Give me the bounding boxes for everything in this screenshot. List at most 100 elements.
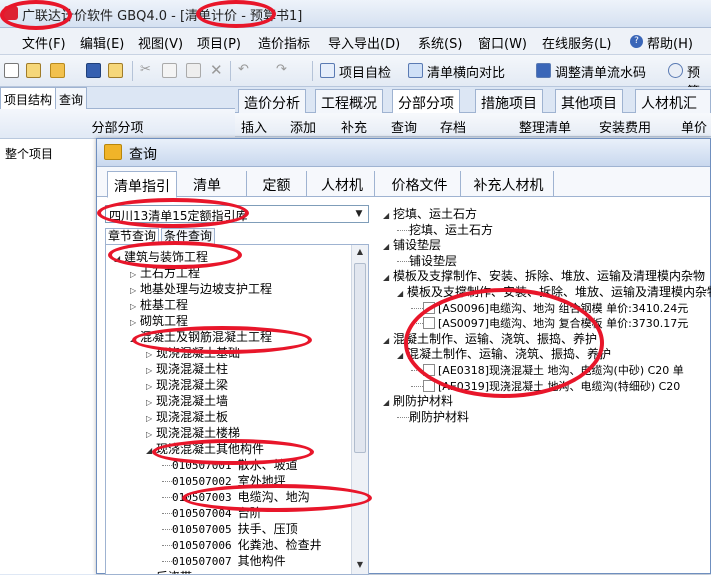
menu-view[interactable]: 视图(V) [138, 33, 183, 52]
chevron-down-icon[interactable]: ▼ [352, 206, 366, 222]
menu-project[interactable]: 项目(P) [197, 33, 241, 52]
install-fee-button[interactable]: 安装费用 [599, 117, 651, 136]
menu-system[interactable]: 系统(S) [418, 33, 462, 52]
expanded-icon[interactable]: ◢ [397, 287, 407, 301]
tree-item[interactable]: ◢ 建筑与装饰工程 [114, 250, 208, 266]
tree-item[interactable]: ▷ 现浇混凝土楼梯 [146, 426, 240, 442]
tree-item[interactable]: ▷ 现浇混凝土梁 [146, 378, 228, 394]
tree-item[interactable]: 010507001 散水、坡道 [162, 458, 298, 473]
tree-item[interactable]: ▷ 土石方工程 [130, 266, 200, 282]
guide-quota-item[interactable]: [AS0097]电缆沟、地沟 复合模板 单价:3730.17元 [411, 316, 688, 331]
collapsed-icon[interactable]: ▷ [146, 412, 156, 426]
collapsed-icon[interactable]: ▷ [146, 364, 156, 378]
tree-item[interactable]: ▷ 现浇混凝土柱 [146, 362, 228, 378]
tab-project-overview[interactable]: 工程概况 [315, 89, 383, 113]
guide-work-item[interactable]: ◢ 混凝土制作、运输、浇筑、振捣、养护 [383, 332, 597, 348]
library-select[interactable]: 四川13清单15定额指引库 ▼ [105, 205, 369, 223]
guide-work-item[interactable]: 挖填、运土石方 [397, 223, 493, 237]
tree-item[interactable]: ◢ 现浇混凝土其他构件 [146, 442, 264, 458]
help-icon[interactable]: ? [630, 33, 643, 48]
tab-query[interactable]: 查询 [55, 87, 88, 109]
expanded-icon[interactable]: ◢ [114, 252, 124, 266]
tree-item[interactable]: 010507007 其他构件 [162, 554, 286, 569]
dialog-title-bar[interactable]: 查询 [97, 139, 710, 167]
organize-list-button[interactable]: 整理清单 [519, 117, 571, 136]
tree-scrollbar[interactable]: ▲ ▼ [351, 245, 368, 574]
expanded-icon[interactable]: ◢ [383, 396, 393, 410]
project-check-button[interactable]: 项目自检 [320, 62, 391, 81]
menu-help[interactable]: 帮助(H) [647, 33, 693, 52]
unit-price-button[interactable]: 单价 [681, 117, 707, 136]
horizontal-compare-button[interactable]: 清单横向对比 [408, 62, 505, 81]
new-file-icon[interactable] [4, 63, 19, 78]
checkbox[interactable] [423, 364, 435, 376]
collapsed-icon[interactable]: ▷ [130, 268, 140, 282]
collapsed-icon[interactable]: ▷ [130, 316, 140, 330]
tab-sections[interactable]: 分部分项 [392, 89, 460, 114]
supplement-button[interactable]: 补充 [341, 117, 367, 136]
guide-work-item[interactable]: ◢ 铺设垫层 [383, 238, 441, 254]
expanded-icon[interactable]: ◢ [383, 209, 393, 223]
tab-cost-analysis[interactable]: 造价分析 [238, 89, 306, 113]
archive-button[interactable]: 存档 [440, 117, 466, 136]
tab-quota[interactable]: 定额 [247, 171, 307, 197]
tree-item[interactable]: ▷ 桩基工程 [130, 298, 188, 314]
tree-item[interactable]: ▷ 现浇混凝土板 [146, 410, 228, 426]
tree-item[interactable]: 010507002 室外地坪 [162, 474, 286, 489]
menu-online[interactable]: 在线服务(L) [542, 33, 611, 52]
adjust-sequence-button[interactable]: 调整清单流水码 [536, 62, 646, 81]
tab-labor-material-summary[interactable]: 人材机汇总 [635, 89, 711, 132]
guide-quota-item[interactable]: [AE0319]现浇混凝土 地沟、电缆沟(特细砂) C20 [411, 379, 680, 394]
scroll-thumb[interactable] [354, 263, 366, 453]
expanded-icon[interactable]: ◢ [397, 349, 407, 363]
tree-item[interactable]: ◢ 混凝土及钢筋混凝土工程 [130, 330, 272, 346]
tree-item[interactable]: 010507005 扶手、压顶 [162, 522, 298, 537]
tab-price-file[interactable]: 价格文件 [379, 171, 461, 197]
tab-project-structure[interactable]: 项目结构 [0, 87, 57, 109]
tab-labor-material[interactable]: 人材机 [310, 171, 375, 197]
tree-root-item[interactable]: 整个项目 [5, 145, 53, 162]
tab-measures[interactable]: 措施项目 [475, 89, 543, 113]
expanded-icon[interactable]: ◢ [383, 334, 393, 348]
collapsed-icon[interactable]: ▷ [130, 284, 140, 298]
tab-chapter-query[interactable]: 章节查询 [105, 228, 160, 244]
collapsed-icon[interactable]: ▷ [146, 428, 156, 442]
expanded-icon[interactable]: ◢ [383, 240, 393, 254]
tree-item[interactable]: ▷ 地基处理与边坡支护工程 [130, 282, 272, 298]
tab-other-items[interactable]: 其他项目 [555, 89, 623, 113]
open-folder-icon[interactable] [50, 63, 65, 78]
undo-icon[interactable]: ↶ [238, 63, 253, 78]
guide-work-item[interactable]: ◢ 挖填、运土石方 [383, 207, 477, 223]
query-button[interactable]: 查询 [391, 117, 417, 136]
collapsed-icon[interactable]: ▷ [146, 396, 156, 410]
guide-work-item[interactable]: ◢ 刷防护材料 [383, 394, 453, 410]
redo-icon[interactable]: ↷ [276, 63, 291, 78]
expanded-icon[interactable]: ◢ [130, 332, 140, 346]
tab-condition-query[interactable]: 条件查询 [161, 228, 216, 244]
save-icon[interactable] [86, 63, 101, 78]
tree-item[interactable]: ▷ 现浇混凝土墙 [146, 394, 228, 410]
tree-item[interactable]: ▷后浇带 [146, 570, 192, 574]
guide-work-item[interactable]: ◢ 模板及支撑制作、安装、拆除、堆放、运输及清理模内杂物 [397, 285, 711, 301]
guide-work-item[interactable]: 刷防护材料 [397, 410, 469, 424]
tree-item[interactable]: ▷ 现浇混凝土基础 [146, 346, 240, 362]
tree-item[interactable]: 010507006 化粪池、检查井 [162, 538, 322, 553]
tab-supplement-material[interactable]: 补充人材机 [464, 171, 554, 197]
add-button[interactable]: 添加 [290, 117, 316, 136]
paste-icon[interactable] [186, 63, 201, 78]
tree-item[interactable]: 010507003 电缆沟、地沟 [162, 490, 310, 505]
new-folder-icon[interactable] [26, 63, 41, 78]
menu-cost-index[interactable]: 造价指标 [258, 33, 310, 52]
collapsed-icon[interactable]: ▷ [146, 380, 156, 394]
guide-work-item[interactable]: ◢ 模板及支撑制作、安装、拆除、堆放、运输及清理模内杂物 [383, 269, 705, 285]
tree-item[interactable]: 010507004 台阶 [162, 506, 262, 521]
guide-quota-item[interactable]: [AE0318]现浇混凝土 地沟、电缆沟(中砂) C20 单 [411, 363, 684, 378]
insert-button[interactable]: 插入 [241, 117, 267, 136]
expanded-icon[interactable]: ◢ [383, 271, 393, 285]
scroll-up-icon[interactable]: ▲ [354, 247, 366, 261]
delete-icon[interactable]: ✕ [210, 63, 225, 78]
menu-file[interactable]: 文件(F) [22, 33, 66, 52]
menu-import-export[interactable]: 导入导出(D) [328, 33, 400, 52]
tab-list-guide[interactable]: 清单指引 [107, 171, 177, 198]
menu-edit[interactable]: 编辑(E) [80, 33, 124, 52]
